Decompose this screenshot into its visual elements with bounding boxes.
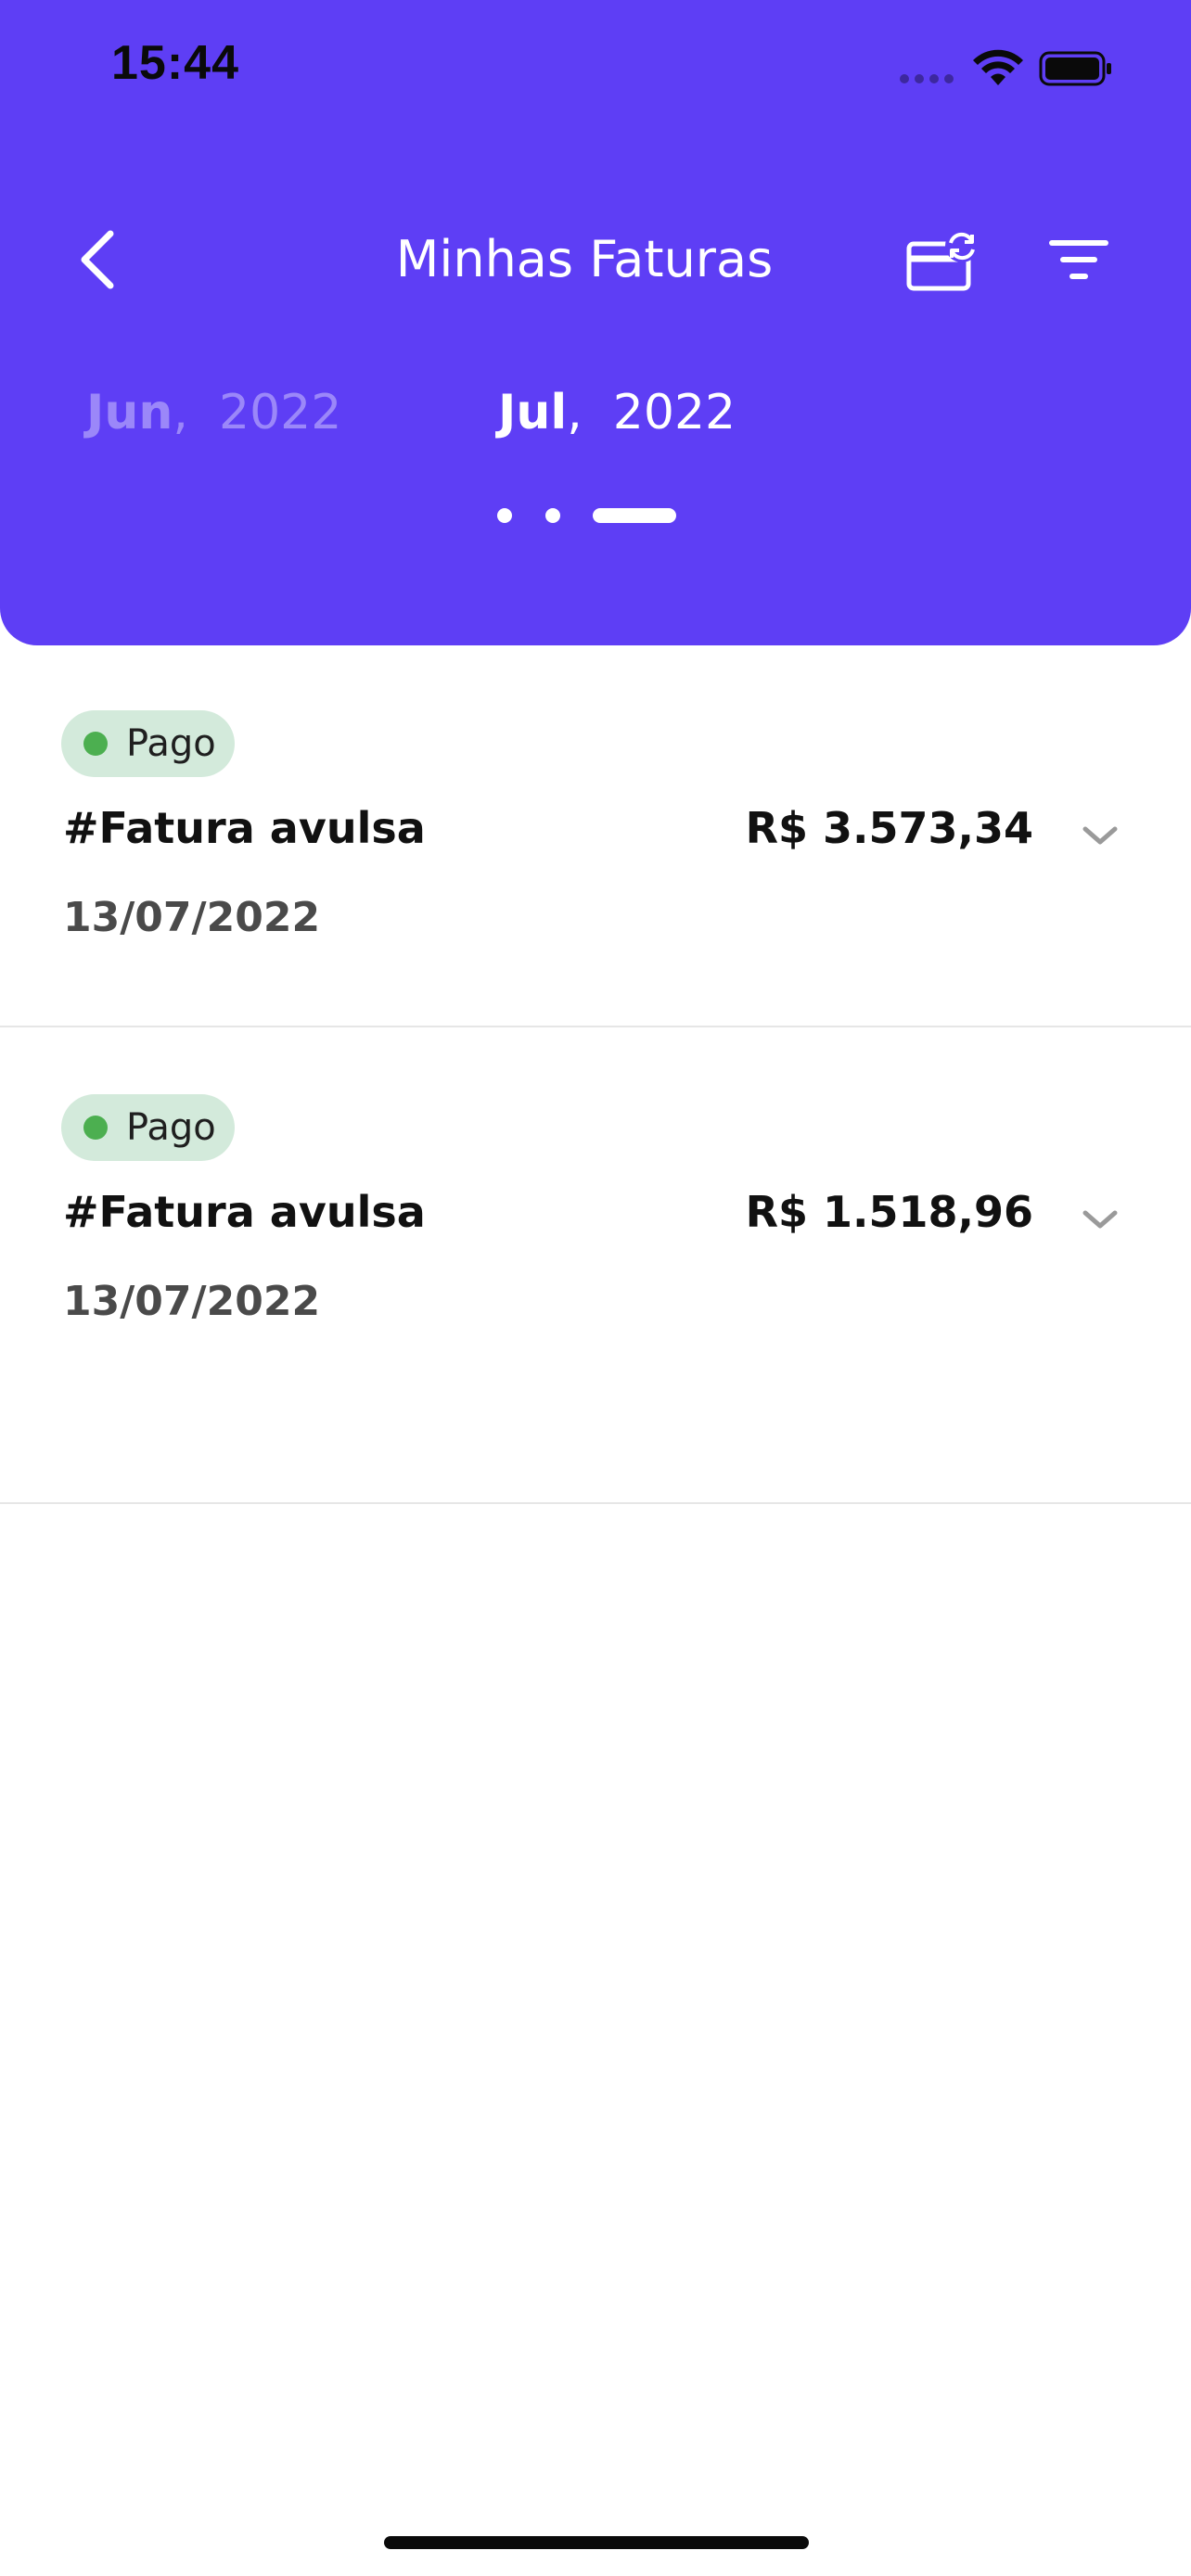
year-label: 2022 [218,385,342,440]
header: 15:44 Minhas Faturas Jun, 2022 Jul, 2022 [0,0,1191,645]
chevron-down-icon[interactable] [1080,822,1121,849]
credit-card-sync-icon[interactable] [904,227,983,297]
status-dot [83,732,108,756]
status-label: Pago [126,1106,216,1149]
page-dot-active[interactable] [593,508,676,523]
month-separator: , [567,385,583,440]
status-bar-time: 15:44 [111,36,239,90]
battery-icon [1039,51,1111,86]
page-dot[interactable] [545,508,560,523]
cellular-signal-icon [900,74,954,83]
filter-icon[interactable] [1048,232,1109,287]
wifi-icon [973,49,1023,85]
month-tab-previous[interactable]: Jun, 2022 [86,380,341,445]
status-badge: Pago [61,1094,235,1161]
back-button[interactable] [65,223,130,297]
month-label: Jul [498,385,568,440]
month-label: Jun [86,385,173,440]
status-dot [83,1116,108,1140]
invoice-date: 13/07/2022 [63,1278,321,1325]
invoice-title: #Fatura avulsa [63,803,426,853]
invoice-amount: R$ 1.518,96 [745,1187,1033,1237]
chevron-left-icon [81,230,114,289]
month-separator: , [173,385,188,440]
home-indicator [384,2536,809,2549]
month-tab-current[interactable]: Jul, 2022 [498,380,736,445]
invoice-list-item[interactable]: Pago #Fatura avulsa R$ 1.518,96 13/07/20… [0,1027,1191,1504]
invoice-date: 13/07/2022 [63,894,321,941]
status-badge: Pago [61,710,235,777]
status-label: Pago [126,722,216,765]
invoice-list-item[interactable]: Pago #Fatura avulsa R$ 3.573,34 13/07/20… [0,645,1191,1027]
invoice-amount: R$ 3.573,34 [745,803,1033,853]
page-title: Minhas Faturas [395,230,774,288]
year-label: 2022 [612,385,736,440]
page-dot[interactable] [497,508,512,523]
invoice-title: #Fatura avulsa [63,1187,426,1237]
chevron-down-icon[interactable] [1080,1205,1121,1233]
